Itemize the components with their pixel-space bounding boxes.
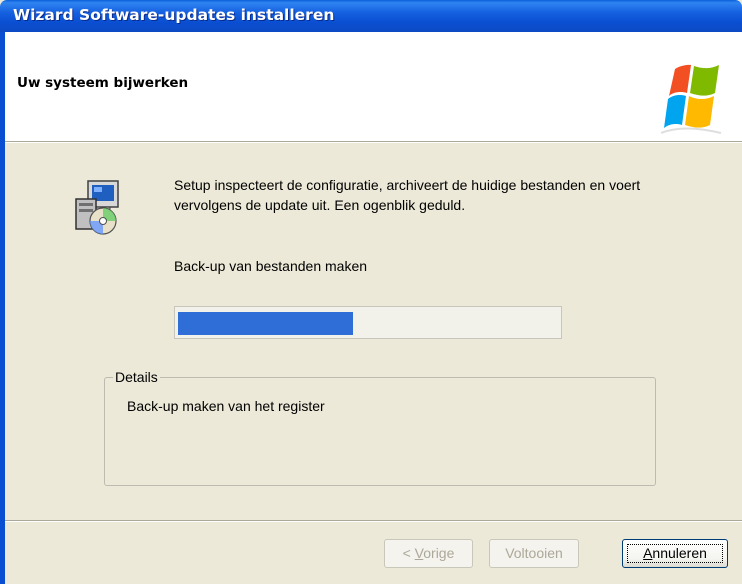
details-groupbox: [104, 377, 656, 486]
window-title: Wizard Software-updates installeren: [13, 6, 335, 24]
back-button-mnemonic: V: [414, 545, 424, 561]
finish-button[interactable]: Voltooien: [489, 539, 579, 568]
progress-bar: [174, 306, 562, 339]
footer-separator: [5, 520, 742, 522]
back-button-label: orige: [423, 545, 455, 561]
setup-package-icon: [75, 180, 119, 235]
wizard-header: Uw systeem bijwerken: [5, 32, 742, 141]
finish-button-label: Voltooien: [505, 545, 563, 561]
details-text: Back-up maken van het register: [127, 398, 325, 414]
cancel-button[interactable]: Annuleren: [622, 539, 728, 568]
wizard-window: Wizard Software-updates installeren Uw s…: [0, 0, 742, 584]
back-button-prefix: <: [402, 545, 415, 561]
back-button[interactable]: < Vorige: [384, 539, 473, 568]
windows-flag-logo-icon: [661, 64, 722, 134]
cancel-button-label: nnuleren: [652, 545, 707, 561]
description-text: Setup inspecteert de configuratie, archi…: [174, 177, 641, 213]
details-groupbox-label: Details: [113, 369, 160, 385]
page-title: Uw systeem bijwerken: [17, 75, 189, 91]
progress-status-label: Back-up van bestanden maken: [174, 258, 368, 274]
header-separator: [5, 141, 742, 143]
progress-bar-fill: [178, 312, 353, 335]
title-bar[interactable]: Wizard Software-updates installeren: [0, 0, 742, 32]
